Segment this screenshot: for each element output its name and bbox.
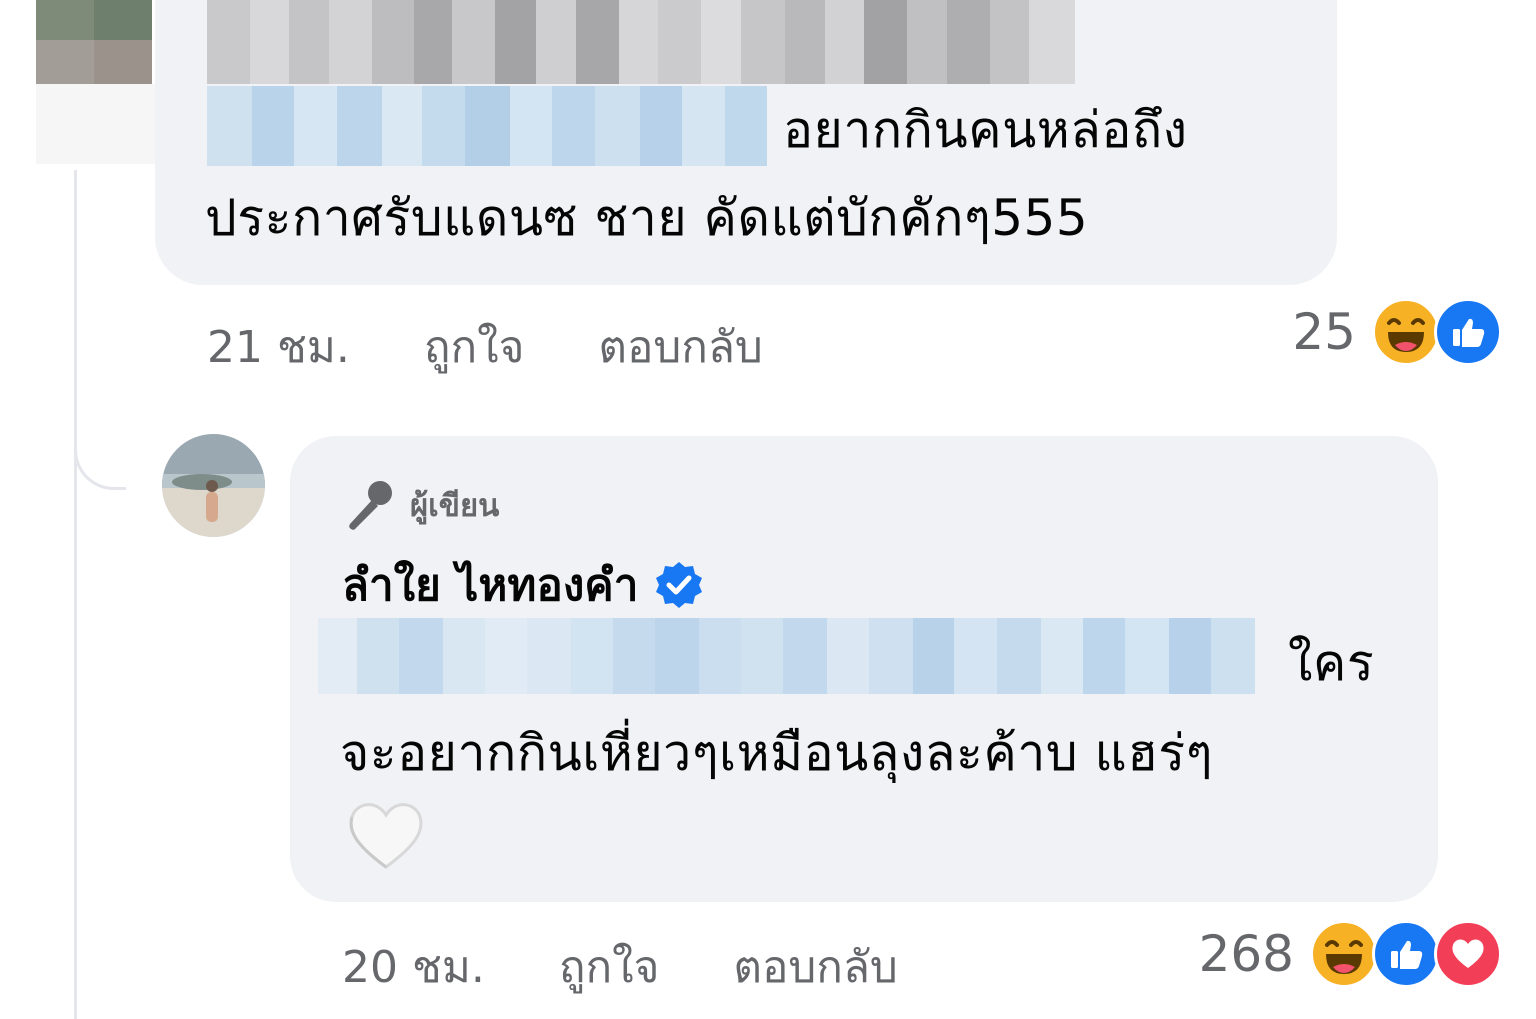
comment-text: อยากกินคนหล่อถึง [783,101,1188,159]
comment-text: จะอยากกินเหี่ยวๆเหมือนลุงละค้าบ แฮร่ๆ [340,724,1213,782]
author-badge-label: ผู้เขียน [410,488,500,524]
redacted-commenter-name [207,0,1075,84]
love-icon [1434,920,1502,988]
author-name-row: ลำใย ไหทองคำ [342,550,704,620]
author-avatar[interactable] [162,434,265,537]
reaction-count: 268 [1198,925,1294,983]
author-name[interactable]: ลำใย ไหทองคำ [342,550,638,620]
author-badge: ผู้เขียน [342,478,499,532]
comment-timestamp[interactable]: 21 ชม. [207,312,350,382]
haha-icon [1310,920,1378,988]
reaction-summary[interactable]: 268 [1199,920,1502,988]
verified-badge-icon [656,562,703,608]
comment-actions: 20 ชม. ถูกใจ ตอบกลับ [342,932,972,1002]
reaction-summary[interactable]: 25 [1292,298,1502,366]
redacted-mention-text [207,86,770,166]
like-button[interactable]: ถูกใจ [559,932,660,1002]
reply-thread-line [74,170,77,1019]
reply-thread-connector [74,400,126,490]
haha-icon [1372,298,1440,366]
reaction-count: 25 [1292,303,1356,361]
comment-timestamp[interactable]: 20 ชม. [342,932,485,1002]
white-heart-icon [349,803,423,869]
redacted-mention-text [318,618,1255,694]
comment-actions: 21 ชม. ถูกใจ ตอบกลับ [207,312,837,382]
reply-button[interactable]: ตอบกลับ [598,312,762,382]
comment-text: ใคร [1288,634,1375,692]
like-button[interactable]: ถูกใจ [424,312,525,382]
comment-text: ประกาศรับแดนซ ชาย คัดแต่บักคักๆ555 [205,189,1089,247]
like-icon [1372,920,1440,988]
commenter-avatar-blurred[interactable] [30,0,162,165]
reply-button[interactable]: ตอบกลับ [733,932,897,1002]
like-icon [1434,298,1502,366]
microphone-icon [349,481,392,530]
